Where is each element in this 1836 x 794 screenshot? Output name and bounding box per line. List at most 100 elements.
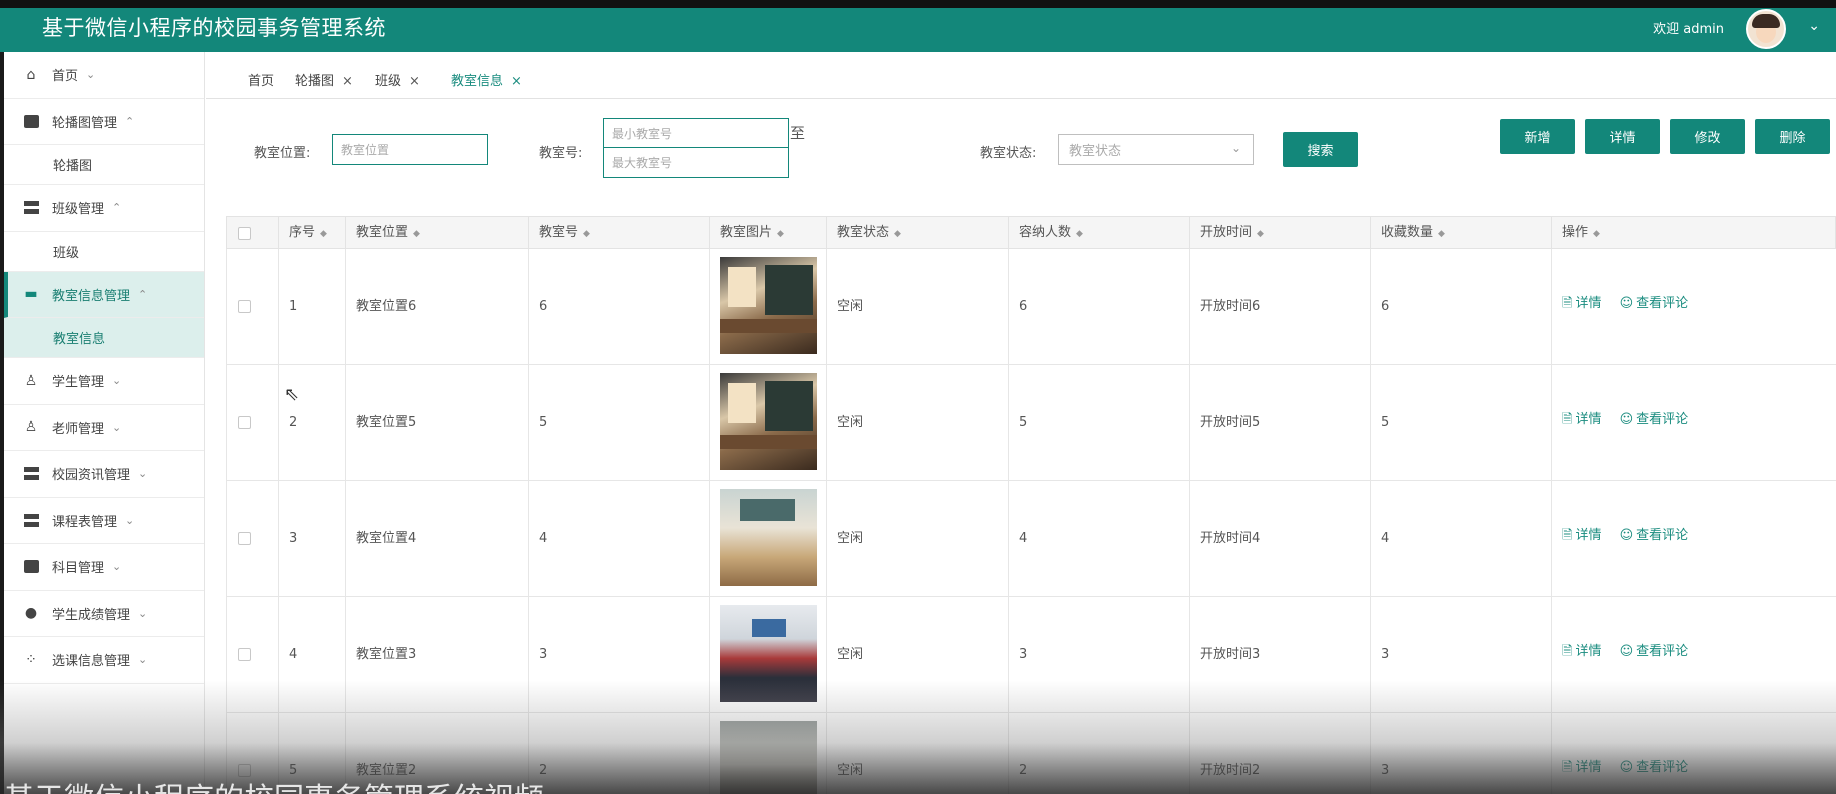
cell-actions: 🗎 详情 ☺ 查看评论: [1552, 249, 1836, 365]
sidebar-subitem-carousel[interactable]: 轮播图: [4, 145, 204, 185]
cell-image: [710, 365, 827, 481]
classroom-image: [720, 373, 817, 470]
row-comments-link[interactable]: ☺ 查看评论: [1620, 644, 1689, 659]
cell-image: [710, 481, 827, 597]
sidebar-item-home[interactable]: ⌂ 首页 ⌄: [4, 52, 204, 99]
row-checkbox[interactable]: [238, 648, 251, 661]
number-label: 教室号:: [539, 146, 583, 161]
sidebar-item-label: 学生成绩管理: [52, 607, 131, 623]
top-header: 基于微信小程序的校园事务管理系统 欢迎 admin ⌄: [0, 0, 1836, 52]
row-checkbox[interactable]: [238, 300, 251, 313]
row-detail-link[interactable]: 🗎 详情: [1562, 412, 1601, 427]
column-header-index[interactable]: 序号 ◆: [279, 217, 346, 250]
sort-icon: ◆: [1257, 229, 1264, 239]
status-select[interactable]: 教室状态 ⌄: [1058, 134, 1254, 165]
row-checkbox[interactable]: [238, 532, 251, 545]
tab-class[interactable]: 班级 ×: [375, 70, 420, 89]
user-comment-icon: ☺: [1619, 296, 1634, 311]
avatar[interactable]: [1746, 9, 1786, 49]
cell-status: 空闲: [827, 249, 1009, 365]
sidebar-item-label: 班级管理: [52, 202, 105, 218]
cell-number: 3: [529, 597, 710, 713]
user-comment-icon: ☺: [1619, 528, 1634, 543]
close-icon[interactable]: ×: [511, 74, 522, 89]
select-all-checkbox[interactable]: [238, 227, 251, 240]
user-comment-icon: ☺: [1619, 760, 1634, 775]
tab-home[interactable]: 首页: [248, 70, 274, 89]
sidebar-item-teacher-management[interactable]: ♙ 老师管理 ⌄: [4, 405, 204, 451]
sidebar-item-score-management[interactable]: ● 学生成绩管理 ⌄: [4, 591, 204, 637]
chevron-up-icon: ⌃: [125, 114, 135, 128]
sort-icon: ◆: [413, 229, 420, 239]
sidebar-subitem-class[interactable]: 班级: [4, 232, 204, 272]
detail-button[interactable]: 详情: [1585, 119, 1660, 154]
classroom-image: [720, 721, 817, 794]
table-row: 4 教室位置3 3 空闲 3 开放时间3 3 🗎 详情 ☺ 查看评论: [226, 597, 1836, 713]
sidebar-item-classroom-management[interactable]: ▬ 教室信息管理 ⌃: [4, 271, 204, 318]
sidebar-item-course-selection-management[interactable]: ⁘ 选课信息管理 ⌄: [4, 637, 204, 684]
column-header-image[interactable]: 教室图片 ◆: [710, 217, 827, 250]
status-select-value: 教室状态: [1069, 144, 1122, 159]
edit-button[interactable]: 修改: [1670, 119, 1745, 154]
sidebar-subitem-classroom-info[interactable]: 教室信息: [4, 318, 204, 358]
score-icon: ●: [24, 605, 38, 622]
cell-actions: 🗎 详情 ☺ 查看评论: [1552, 713, 1836, 794]
cell-location: 教室位置5: [346, 365, 529, 481]
cell-image: [710, 597, 827, 713]
search-button[interactable]: 搜索: [1283, 132, 1358, 167]
column-header-number[interactable]: 教室号 ◆: [529, 217, 710, 250]
course-select-icon: ⁘: [25, 651, 37, 668]
row-detail-link[interactable]: 🗎 详情: [1562, 760, 1601, 775]
column-header-open-time[interactable]: 开放时间 ◆: [1190, 217, 1371, 250]
row-comments-link[interactable]: ☺ 查看评论: [1620, 760, 1689, 775]
sidebar-item-news-management[interactable]: 校园资讯管理 ⌄: [4, 451, 204, 498]
sort-icon: ◆: [777, 229, 784, 239]
column-header-capacity[interactable]: 容纳人数 ◆: [1009, 217, 1190, 250]
sidebar-item-carousel-management[interactable]: 轮播图管理 ⌃: [4, 99, 204, 145]
column-header-favorites[interactable]: 收藏数量 ◆: [1371, 217, 1552, 250]
news-icon: [22, 465, 40, 483]
tab-label: 班级: [375, 74, 402, 89]
row-comments-link[interactable]: ☺ 查看评论: [1620, 412, 1689, 427]
row-comments-link[interactable]: ☺ 查看评论: [1620, 296, 1689, 311]
sidebar-item-schedule-management[interactable]: 课程表管理 ⌄: [4, 498, 204, 544]
column-header-location[interactable]: 教室位置 ◆: [346, 217, 529, 250]
user-comment-icon: ☺: [1619, 644, 1634, 659]
app-title: 基于微信小程序的校园事务管理系统: [42, 16, 386, 40]
cell-status: 空闲: [827, 365, 1009, 481]
cell-image: [710, 713, 827, 794]
sidebar-item-label: 校园资讯管理: [52, 468, 131, 484]
min-number-input[interactable]: 最小教室号: [603, 118, 789, 148]
student-icon: ♙: [24, 372, 38, 389]
add-button[interactable]: 新增: [1500, 119, 1575, 154]
tab-classroom-info[interactable]: 教室信息 ×: [451, 70, 522, 89]
max-number-input[interactable]: 最大教室号: [603, 148, 789, 178]
location-input[interactable]: 教室位置: [332, 134, 488, 165]
user-menu-chevron-down-icon[interactable]: ⌄: [1808, 18, 1820, 34]
row-checkbox[interactable]: [238, 416, 251, 429]
cell-favorites: 5: [1371, 365, 1552, 481]
chevron-down-icon: ⌄: [86, 68, 96, 82]
column-header-actions[interactable]: 操作 ◆: [1552, 217, 1836, 250]
tab-bar: 首页 轮播图 × 班级 × 教室信息 ×: [206, 52, 1836, 99]
close-icon[interactable]: ×: [342, 74, 353, 89]
row-detail-link[interactable]: 🗎 详情: [1562, 644, 1601, 659]
tab-label: 教室信息: [451, 74, 504, 89]
table-row: 2 教室位置5 5 空闲 5 开放时间5 5 🗎 详情 ☺ 查看评论: [226, 365, 1836, 481]
sort-icon: ◆: [320, 229, 327, 239]
row-detail-link[interactable]: 🗎 详情: [1562, 528, 1601, 543]
document-icon: 🗎: [1562, 644, 1573, 659]
sidebar-item-student-management[interactable]: ♙ 学生管理 ⌄: [4, 358, 204, 405]
subject-icon: [22, 558, 40, 576]
cell-capacity: 4: [1009, 481, 1190, 597]
row-comments-link[interactable]: ☺ 查看评论: [1620, 528, 1689, 543]
row-detail-link[interactable]: 🗎 详情: [1562, 296, 1601, 311]
sidebar-item-class-management[interactable]: 班级管理 ⌃: [4, 185, 204, 232]
column-header-status[interactable]: 教室状态 ◆: [827, 217, 1009, 250]
close-icon[interactable]: ×: [409, 74, 420, 89]
tab-carousel[interactable]: 轮播图 ×: [295, 70, 353, 89]
sidebar-item-subject-management[interactable]: 科目管理 ⌄: [4, 544, 204, 591]
row-checkbox-cell: [227, 249, 279, 365]
cell-location: 教室位置6: [346, 249, 529, 365]
delete-button[interactable]: 删除: [1755, 119, 1830, 154]
